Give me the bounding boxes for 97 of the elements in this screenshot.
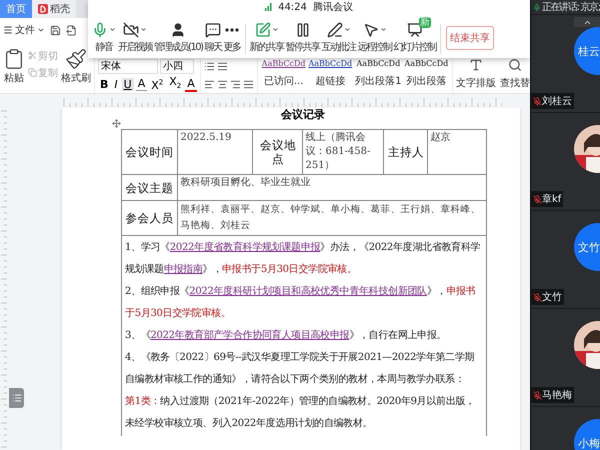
- file-menu[interactable]: 文件: [3, 23, 45, 37]
- menu-icon: [3, 25, 13, 35]
- caret-icon[interactable]: [344, 26, 351, 33]
- paragraph: 1、学习《2022年度省教育科学规划课题申报》办法，《2022年度湖北省教育科学规划课题申报指南》，申报书于5月30日交学院审核。: [125, 240, 482, 277]
- field-label: 会议时间: [122, 130, 178, 174]
- more-icon: [225, 28, 240, 32]
- link[interactable]: 2022年度科研计划项目和高校优秀中青年科技创新团队: [189, 286, 427, 297]
- search-icon: [508, 58, 522, 72]
- caret-icon[interactable]: [272, 26, 279, 33]
- align-left-icon[interactable]: [204, 78, 215, 90]
- format-button[interactable]: A: [136, 77, 148, 91]
- caret-icon[interactable]: [109, 26, 116, 33]
- meeting-button[interactable]: 静音: [91, 17, 117, 54]
- format-button[interactable]: X$_{2}$: [167, 74, 184, 94]
- paragraph: 3、《2022年教育部产学合作协同育人项目高校申报》，自行在网上申报。: [125, 328, 448, 343]
- mic-icon: [533, 2, 541, 12]
- app-icon: [38, 4, 48, 14]
- justify-icon[interactable]: [242, 78, 254, 90]
- meeting-button[interactable]: 更多: [222, 17, 242, 54]
- export-icon[interactable]: [66, 24, 77, 36]
- signal-icon: [265, 3, 272, 11]
- meeting-title: 腾讯会议: [312, 0, 353, 14]
- chat-icon: [205, 22, 222, 38]
- format-painter-button[interactable]: 格式刷: [61, 48, 91, 85]
- mic-icon: [92, 22, 108, 38]
- meeting-button[interactable]: 新 幻灯片控制: [392, 17, 438, 54]
- format-button[interactable]: U: [122, 78, 134, 90]
- text-icon: [469, 58, 484, 72]
- caret-icon: [37, 26, 45, 34]
- field-value: 赵京: [428, 130, 486, 174]
- participant-name: 文竹: [531, 289, 564, 305]
- meeting-button[interactable]: 暂停共享: [284, 17, 321, 54]
- scissors-icon: [28, 51, 37, 60]
- meeting-button[interactable]: 新的共享: [248, 17, 285, 54]
- video-off-icon: [123, 22, 139, 38]
- avatar: 桂云: [574, 27, 600, 75]
- end-share-button[interactable]: 结束共享: [446, 26, 494, 50]
- field-value: 2022.5.19: [178, 130, 253, 174]
- brush-icon: [65, 48, 87, 70]
- document-title: 会议记录: [280, 108, 326, 121]
- new-badge: 新: [418, 17, 431, 28]
- align-center-icon[interactable]: [216, 78, 228, 90]
- align-right-icon[interactable]: [230, 78, 241, 90]
- person-icon: [170, 22, 186, 38]
- meeting-button[interactable]: 聊天: [204, 17, 223, 54]
- table-move-icon[interactable]: [112, 119, 121, 128]
- field-label: 会议地点: [252, 130, 303, 174]
- field-value: 教科研项目孵化、毕业生就业: [178, 174, 486, 200]
- font-name-field[interactable]: 宋体: [98, 58, 158, 74]
- ribbon-tool[interactable]: 文字排版: [456, 58, 496, 90]
- format-button[interactable]: B: [98, 78, 110, 90]
- meeting-button[interactable]: 远程控制: [356, 17, 393, 54]
- style-preview[interactable]: AaBbCcDd: [308, 58, 352, 70]
- style-label[interactable]: 已访问...: [264, 74, 304, 88]
- paragraph: 第1类：纳入过渡期（2021年-2022年）管理的自编教材。2020年9月以前出版，未经学校审核立项、列入2022年度选用计划的自编教材。: [125, 394, 476, 431]
- link[interactable]: 2022年度省教育科学规划课题申报: [170, 242, 320, 253]
- meeting-timer: 44:24: [278, 2, 307, 12]
- caret-icon[interactable]: [380, 26, 387, 33]
- style-label[interactable]: 列出段落1: [355, 74, 402, 88]
- pointer-icon: [362, 22, 379, 38]
- participant-name: 马艳梅: [531, 387, 574, 403]
- field-label: 参会人员: [122, 200, 178, 236]
- link[interactable]: 2022年教育部产学合作协同育人项目高校申报: [150, 330, 350, 341]
- style-preview[interactable]: AaBbCcDd: [262, 58, 306, 70]
- field-label: 主持人: [384, 130, 428, 174]
- font-size-field[interactable]: 小四: [160, 58, 194, 74]
- format-button[interactable]: X$^{2}$: [149, 76, 166, 92]
- navigation-button[interactable]: [9, 388, 24, 408]
- ribbon-tool[interactable]: 查找替: [500, 58, 530, 90]
- style-preview[interactable]: AaBbCcDd: [356, 58, 400, 70]
- style-label[interactable]: 列出段落: [406, 74, 446, 88]
- save-icon[interactable]: [50, 24, 61, 36]
- avatar: 小梅: [574, 419, 600, 450]
- participant-name: 刘桂云: [531, 93, 574, 109]
- paragraph: 4、《教务〔2022〕69号--武汉华夏理工学院关于开展2021—2022学年第二学期自编教材审核工作的通知》，请符合以下两个类别的教材，本周与教学办联系：: [125, 350, 476, 387]
- participant-name: 章kf: [531, 191, 564, 207]
- paragraph: 2、组织申报《2022年度科研计划项目和高校优秀中青年科技创新团队》，申报书于5月30日交学院审核。: [125, 284, 476, 321]
- copy-icon: [28, 68, 37, 77]
- link[interactable]: 申报指南: [164, 264, 203, 275]
- pen-icon: [326, 22, 343, 38]
- avatar: 文竹: [574, 223, 600, 271]
- style-label[interactable]: 超链接: [315, 74, 346, 88]
- speaker-status: 正在讲话: 京京;: [542, 0, 600, 14]
- format-button[interactable]: I: [112, 78, 120, 90]
- field-value: 线上（腾讯会议：681-458-251）: [302, 130, 384, 174]
- format-button[interactable]: A: [185, 76, 197, 92]
- meeting-button[interactable]: 互动批注: [320, 17, 357, 54]
- caret-icon[interactable]: [140, 26, 147, 33]
- style-preview[interactable]: AaBbCcDd: [404, 58, 448, 70]
- field-value: 熊利祥、袁丽平、赵京、钟学斌、单小梅、葛菲、王行娟、章科峰、马艳梅、刘桂云: [178, 200, 486, 236]
- meeting-button[interactable]: 管理成员(10): [153, 17, 204, 54]
- pause-icon: [294, 22, 311, 38]
- clipboard-icon: [3, 48, 25, 70]
- meeting-button[interactable]: 开启视频: [117, 17, 153, 54]
- tab[interactable]: 稻壳: [32, 0, 76, 18]
- field-label: 会议主题: [122, 174, 178, 200]
- paste-button[interactable]: 粘贴: [3, 48, 25, 85]
